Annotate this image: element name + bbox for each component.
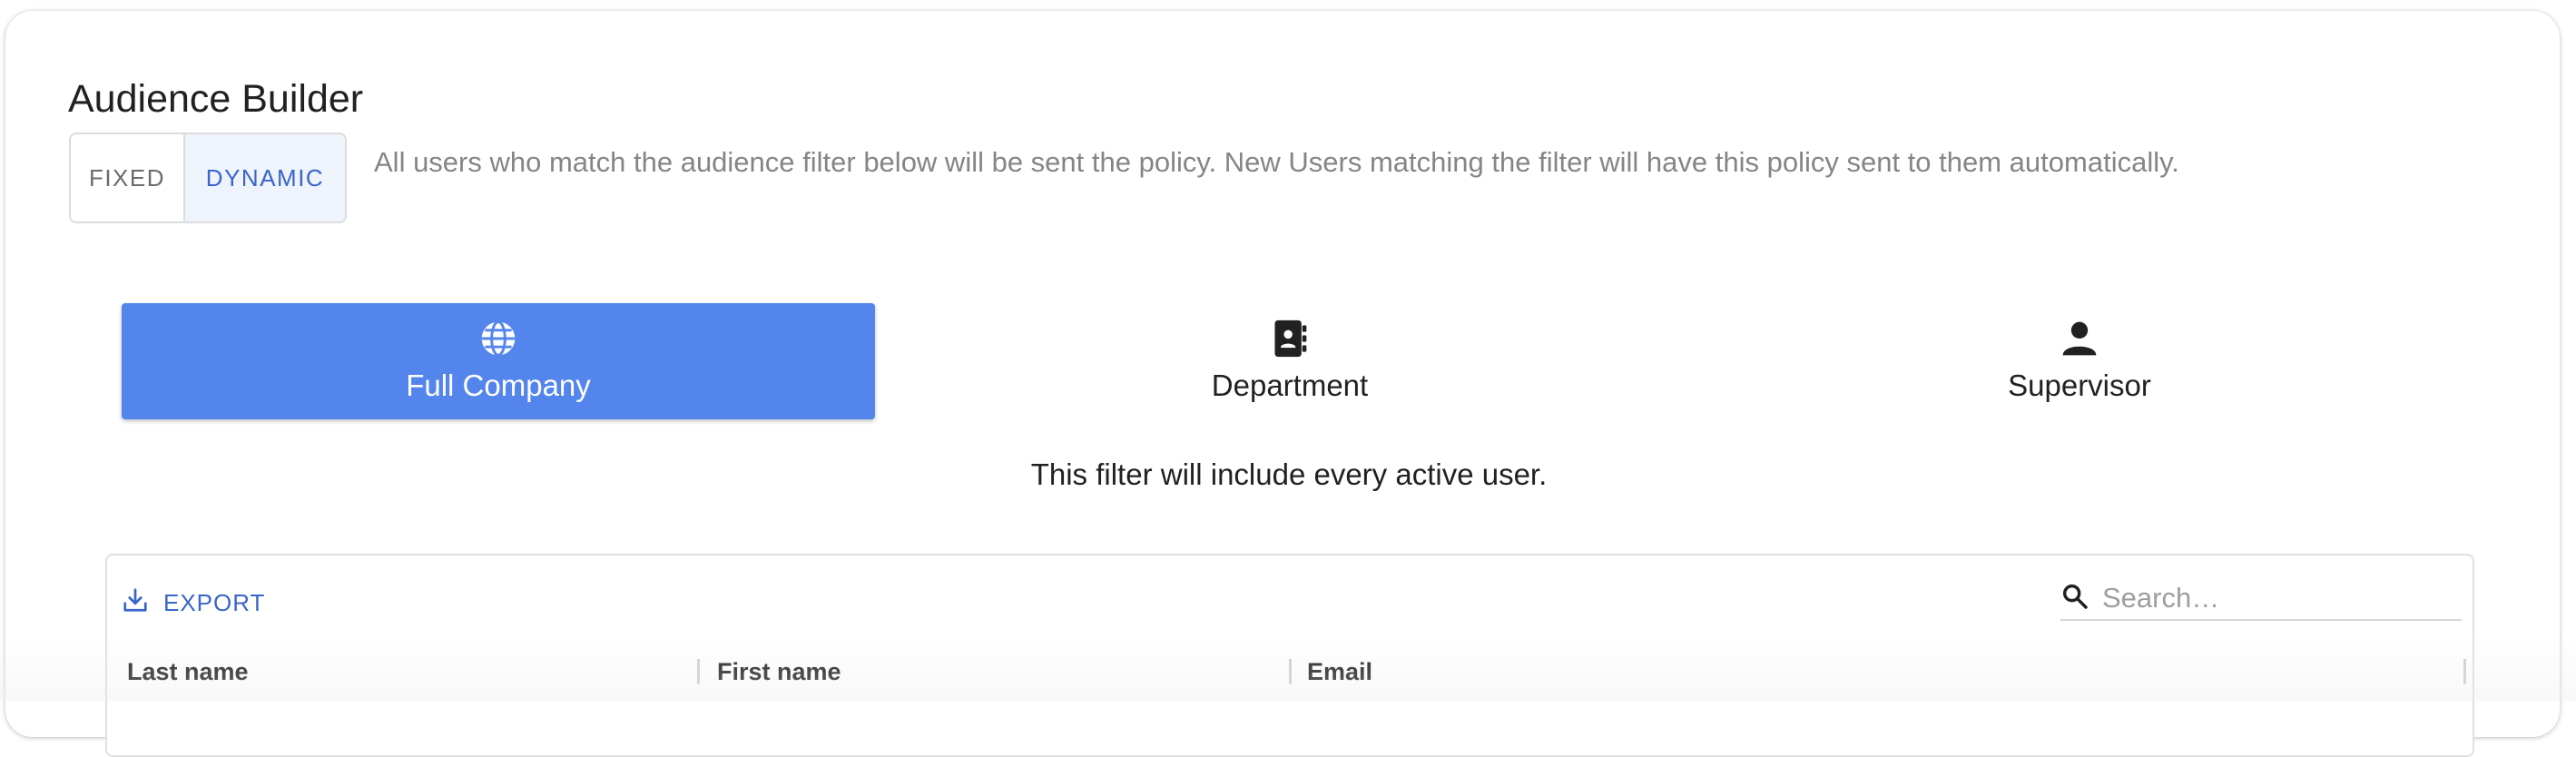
column-header-first-name[interactable]: First name	[717, 654, 841, 690]
download-icon	[122, 586, 149, 620]
column-resize-handle[interactable]	[697, 659, 700, 684]
column-header-last-name[interactable]: Last name	[127, 654, 249, 690]
filter-tab-supervisor[interactable]: Supervisor	[1703, 303, 2456, 419]
filter-tab-label: Full Company	[406, 369, 591, 402]
search-icon	[2060, 582, 2089, 615]
audience-builder-card: Audience Builder FIXED DYNAMIC All users…	[5, 11, 2560, 757]
filter-tab-label: Department	[1211, 369, 1369, 402]
dynamic-mode-button[interactable]: DYNAMIC	[185, 134, 345, 221]
fixed-mode-button[interactable]: FIXED	[71, 134, 185, 221]
column-resize-handle[interactable]	[1289, 659, 1292, 684]
filter-description: This filter will include every active us…	[1030, 457, 1548, 491]
search-input[interactable]	[2100, 581, 2449, 615]
export-label: EXPORT	[163, 588, 266, 616]
users-grid: EXPORT Last name First name Email	[105, 554, 2474, 757]
export-button[interactable]: EXPORT	[122, 581, 265, 624]
page-title: Audience Builder	[68, 77, 364, 121]
filter-tab-department[interactable]: Department	[913, 303, 1667, 419]
filter-tab-label: Supervisor	[2008, 369, 2151, 402]
column-resize-handle[interactable]	[2463, 659, 2466, 684]
globe-icon	[478, 318, 518, 359]
contact-book-icon	[1270, 318, 1310, 359]
person-icon	[2060, 318, 2099, 359]
audience-mode-toggle: FIXED DYNAMIC	[69, 133, 347, 223]
search-box	[2060, 577, 2462, 621]
filter-tab-full-company[interactable]: Full Company	[122, 303, 875, 419]
column-header-email[interactable]: Email	[1307, 654, 1372, 690]
mode-description: All users who match the audience filter …	[374, 146, 2179, 178]
